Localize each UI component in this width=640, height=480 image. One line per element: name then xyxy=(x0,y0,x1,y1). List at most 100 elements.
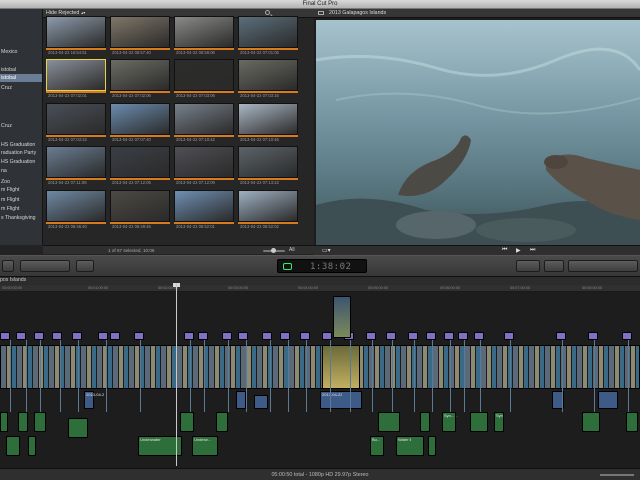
title-clip[interactable] xyxy=(322,332,332,340)
clip-thumbnail[interactable]: 2013-04-22 07:02:01 xyxy=(46,59,106,103)
library-event-item[interactable]: na xyxy=(0,167,42,175)
media-browser-buttons[interactable] xyxy=(568,260,638,272)
timeline[interactable]: 2013-04-22013-04-22Water...SynUnderwater… xyxy=(0,292,640,468)
title-clip[interactable] xyxy=(444,332,454,340)
title-clip[interactable] xyxy=(458,332,468,340)
clip-thumbnail[interactable]: 2013-04-22 07:03:16 xyxy=(238,59,298,103)
audio-clip[interactable] xyxy=(378,412,400,432)
title-clip[interactable] xyxy=(504,332,514,340)
library-event-item[interactable]: Cruz xyxy=(0,122,42,130)
library-event-item[interactable]: m Flight xyxy=(0,205,42,213)
clip-thumbnail[interactable]: 2013-04-22 07:12:05 xyxy=(110,146,170,190)
clip-thumbnail[interactable]: 2013-04-22 06:52:01 xyxy=(174,190,234,234)
clip-thumbnail[interactable]: 2013-04-22 07:11:08 xyxy=(46,146,106,190)
key-icon[interactable] xyxy=(2,260,14,272)
retime-button[interactable] xyxy=(544,260,564,272)
library-event-item[interactable]: m Flight xyxy=(0,196,42,204)
title-clip[interactable] xyxy=(426,332,436,340)
title-clip[interactable] xyxy=(238,332,248,340)
title-clip[interactable] xyxy=(262,332,272,340)
clip-thumbnail[interactable]: 2013-04-22 06:52:02 xyxy=(238,190,298,234)
title-clip[interactable] xyxy=(386,332,396,340)
title-clip[interactable] xyxy=(16,332,26,340)
title-clip[interactable] xyxy=(34,332,44,340)
clip-thumbnail[interactable]: 2013-04-22 07:10:42 xyxy=(174,103,234,147)
audio-clip[interactable]: Underw... xyxy=(192,436,218,456)
audio-clip[interactable] xyxy=(28,436,36,456)
library-event-item[interactable]: m Flight xyxy=(0,186,42,194)
clip-thumbnail[interactable]: 2013-04-22 07:13:22 xyxy=(238,146,298,190)
library-event-item[interactable]: raduation Party xyxy=(0,149,42,157)
audio-clip[interactable] xyxy=(68,418,88,438)
connected-video-clip[interactable] xyxy=(333,296,351,338)
title-clip[interactable] xyxy=(0,332,10,340)
timeline-zoom-slider[interactable] xyxy=(600,474,634,476)
title-clip[interactable] xyxy=(184,332,194,340)
audio-clip[interactable] xyxy=(18,412,28,432)
library-event-item[interactable]: HS Graduation xyxy=(0,141,42,149)
clip-thumbnail[interactable]: 2013-04-22 07:02:06 xyxy=(110,59,170,103)
library-event-item[interactable]: Mexico xyxy=(0,48,42,56)
audio-clip[interactable] xyxy=(626,412,638,432)
audio-clip[interactable] xyxy=(420,412,430,432)
title-clip[interactable] xyxy=(98,332,108,340)
clip-thumbnail[interactable]: 2013-04-22 07:10:46 xyxy=(238,103,298,147)
clip-thumbnail[interactable]: 2013-04-22 16:54:51 xyxy=(46,16,106,60)
library-event-item[interactable]: HS Graduation xyxy=(0,158,42,166)
title-clip[interactable] xyxy=(556,332,566,340)
library-event-item[interactable]: istobal xyxy=(0,66,42,74)
title-clip[interactable] xyxy=(222,332,232,340)
connected-clip[interactable]: 2013-04-22 xyxy=(320,391,362,409)
title-clip[interactable] xyxy=(300,332,310,340)
audio-clip[interactable] xyxy=(0,412,8,432)
audio-clip[interactable]: Bu... xyxy=(370,436,384,456)
audio-clip[interactable] xyxy=(6,436,20,456)
title-clip[interactable] xyxy=(622,332,632,340)
title-clip[interactable] xyxy=(588,332,598,340)
library-event-item[interactable]: Zoo xyxy=(0,178,42,186)
search-icon[interactable] xyxy=(265,10,270,15)
audio-clip[interactable] xyxy=(34,412,46,432)
library-event-item[interactable]: Cruz xyxy=(0,84,42,92)
play-button[interactable]: ▶ xyxy=(516,247,521,254)
title-clip[interactable] xyxy=(52,332,62,340)
clip-thumbnail[interactable]: 2013-04-22 07:12:09 xyxy=(174,146,234,190)
audio-clip[interactable] xyxy=(582,412,600,432)
audio-clip[interactable]: Syn... xyxy=(442,412,456,432)
audio-clip[interactable] xyxy=(470,412,488,432)
enhancements-button[interactable] xyxy=(516,260,540,272)
clip-thumbnail[interactable]: 2013-04-22 07:03:22 xyxy=(46,103,106,147)
title-clip[interactable] xyxy=(280,332,290,340)
clip-thumbnail[interactable]: 2013-04-22 07:01:05 xyxy=(238,16,298,60)
clip-thumbnail[interactable]: 2013-04-22 06:49:45 xyxy=(110,190,170,234)
title-clip[interactable] xyxy=(366,332,376,340)
audio-clip[interactable] xyxy=(180,412,194,432)
clip-thumbnail[interactable]: 2013-04-22 06:57:40 xyxy=(110,16,170,60)
browser-zoom-slider[interactable] xyxy=(263,248,285,253)
timeline-ruler[interactable]: 00:00:00:00 00:01:00:00 00:02:00:00 00:03:0… xyxy=(0,285,640,292)
connected-clip[interactable] xyxy=(254,395,268,409)
audio-clip[interactable]: Water ll xyxy=(396,436,424,456)
primary-storyline[interactable] xyxy=(0,345,640,389)
title-clip[interactable] xyxy=(474,332,484,340)
title-clip[interactable] xyxy=(134,332,144,340)
audio-clip[interactable]: Syn xyxy=(494,412,504,432)
audio-clip[interactable] xyxy=(428,436,436,456)
clip-thumbnail[interactable]: 2013-04-22 07:03:06 xyxy=(174,59,234,103)
duration-popup[interactable]: All xyxy=(289,247,295,253)
storyline-highlight-clip[interactable] xyxy=(322,345,360,389)
title-clip[interactable] xyxy=(110,332,120,340)
connected-clip[interactable] xyxy=(598,391,618,409)
library-event-item[interactable]: s Thanksgiving xyxy=(0,214,42,222)
title-clip[interactable] xyxy=(408,332,418,340)
edit-buttons-group[interactable] xyxy=(20,260,70,272)
title-clip[interactable] xyxy=(72,332,82,340)
clip-thumbnail[interactable]: 2013-04-22 06:56:06 xyxy=(174,16,234,60)
audio-clip[interactable] xyxy=(216,412,228,432)
title-clip[interactable] xyxy=(198,332,208,340)
connected-clip[interactable]: 2013-04-2 xyxy=(84,391,104,409)
next-frame-button[interactable]: ⏭ xyxy=(530,247,535,254)
display-options-icon[interactable]: ▭▾ xyxy=(322,247,331,254)
clip-thumbnail[interactable]: 2013-04-22 07:07:40 xyxy=(110,103,170,147)
previous-frame-button[interactable]: ⏮ xyxy=(502,247,507,254)
